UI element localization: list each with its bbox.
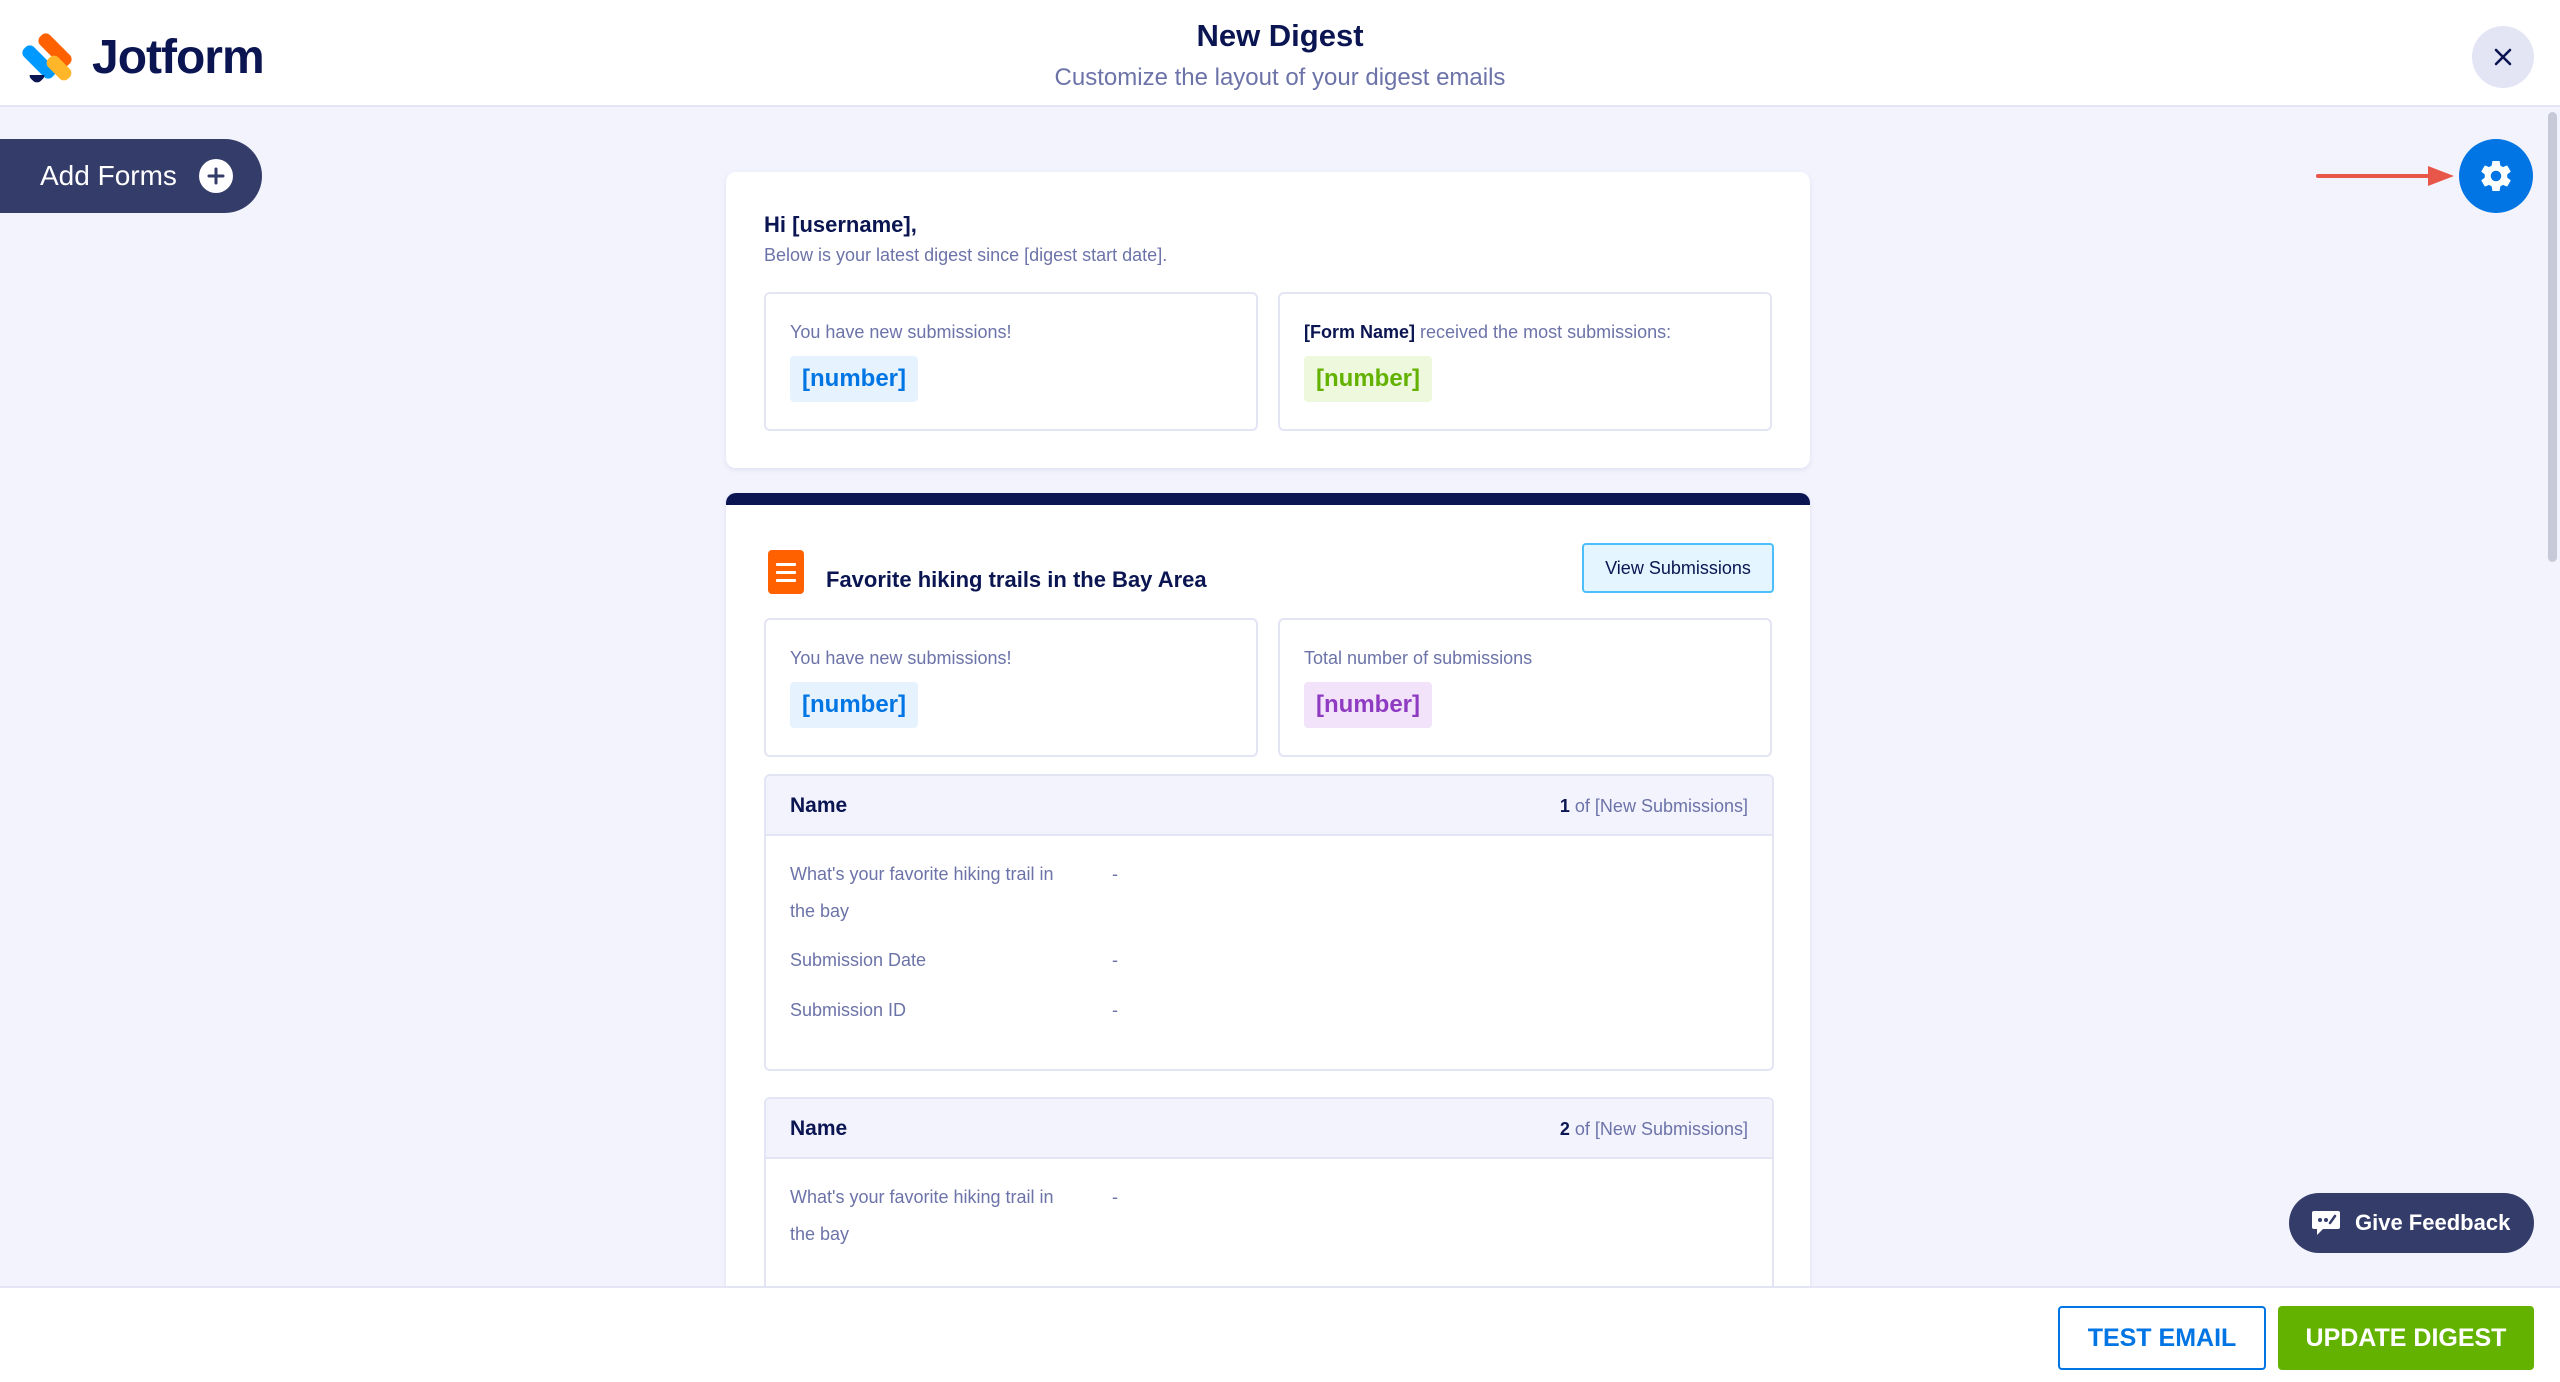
stat-value: [number] bbox=[1304, 682, 1432, 728]
stat-label: You have new submissions! bbox=[790, 648, 1012, 668]
close-button[interactable] bbox=[2472, 26, 2534, 88]
field-value: - bbox=[1112, 1000, 1118, 1020]
page-subtitle: Customize the layout of your digest emai… bbox=[1054, 64, 1506, 91]
header-bar: Jotform New Digest Customize the layout … bbox=[0, 0, 2560, 107]
stat-value: [number] bbox=[790, 682, 918, 728]
greeting-text: Hi [username], bbox=[764, 212, 917, 237]
footer-bar: TEST EMAIL UPDATE DIGEST bbox=[0, 1286, 2560, 1382]
view-submissions-button[interactable]: View Submissions bbox=[1582, 543, 1774, 593]
field-row: What's your favorite hiking trail in the… bbox=[790, 1179, 1750, 1253]
feedback-chat-icon bbox=[2312, 1211, 2340, 1235]
submission-counter: 2 of [New Submissions] bbox=[1560, 1119, 1748, 1140]
submission-of-text: of [New Submissions] bbox=[1569, 796, 1748, 816]
field-row: Submission ID - bbox=[790, 992, 1750, 1029]
submission-of-text: of [New Submissions] bbox=[1569, 1119, 1748, 1139]
settings-button[interactable] bbox=[2459, 139, 2533, 213]
digest-intro-card: Hi [username], Below is your latest dige… bbox=[726, 172, 1810, 468]
field-value: - bbox=[1112, 864, 1118, 884]
field-label: What's your favorite hiking trail in the… bbox=[790, 864, 1054, 921]
form-name-placeholder: [Form Name] bbox=[1304, 322, 1416, 342]
pointer-arrow bbox=[2316, 166, 2454, 186]
field-value: - bbox=[1112, 950, 1118, 970]
field-value: - bbox=[1112, 1187, 1118, 1207]
field-row: Submission Date - bbox=[790, 942, 1750, 979]
plus-circle-icon bbox=[198, 159, 233, 193]
give-feedback-label: Give Feedback bbox=[2355, 1210, 2511, 1235]
stat-label: [Form Name] received the most submission… bbox=[1304, 322, 1671, 343]
digest-since-text: Below is your latest digest since [diges… bbox=[764, 245, 1168, 265]
title-block: New Digest Customize the layout of your … bbox=[0, 18, 2560, 92]
form-title: Favorite hiking trails in the Bay Area bbox=[826, 567, 1207, 592]
submission-header: Name 2 of [New Submissions] bbox=[766, 1099, 1772, 1159]
page-scrollbar[interactable] bbox=[2548, 112, 2557, 562]
form-document-icon bbox=[768, 550, 804, 594]
most-submissions-stat: [Form Name] received the most submission… bbox=[1278, 292, 1772, 431]
field-label: Submission ID bbox=[790, 1000, 907, 1020]
stat-label: Total number of submissions bbox=[1304, 648, 1533, 668]
submission-counter: 1 of [New Submissions] bbox=[1560, 796, 1748, 817]
stat-value: [number] bbox=[790, 356, 918, 402]
new-submissions-stat: You have new submissions! [number] bbox=[764, 292, 1258, 431]
add-forms-label: Add Forms bbox=[40, 160, 177, 191]
stat-value: [number] bbox=[1304, 356, 1432, 402]
field-row: What's your favorite hiking trail in the… bbox=[790, 856, 1750, 930]
submission-name: Name bbox=[790, 794, 848, 817]
give-feedback-button[interactable]: Give Feedback bbox=[2289, 1193, 2534, 1253]
test-email-button[interactable]: TEST EMAIL bbox=[2058, 1306, 2266, 1370]
form-digest-card: Favorite hiking trails in the Bay Area V… bbox=[726, 493, 1810, 1382]
submission-index: 2 bbox=[1559, 1119, 1570, 1139]
add-forms-button[interactable]: Add Forms bbox=[0, 139, 262, 213]
update-digest-button[interactable]: UPDATE DIGEST bbox=[2278, 1306, 2534, 1370]
stat-label-suffix: received the most submissions: bbox=[1415, 322, 1672, 342]
form-total-submissions-stat: Total number of submissions [number] bbox=[1278, 618, 1772, 757]
submission-header: Name 1 of [New Submissions] bbox=[766, 776, 1772, 836]
submission-name: Name bbox=[790, 1117, 848, 1140]
page-title: New Digest bbox=[1196, 18, 1364, 53]
close-icon bbox=[2494, 48, 2512, 66]
form-new-submissions-stat: You have new submissions! [number] bbox=[764, 618, 1258, 757]
field-label: What's your favorite hiking trail in the… bbox=[790, 1187, 1054, 1244]
stat-label: You have new submissions! bbox=[790, 322, 1012, 342]
submission-card: Name 1 of [New Submissions] What's your … bbox=[764, 774, 1774, 1071]
submission-index: 1 bbox=[1559, 796, 1570, 816]
field-label: Submission Date bbox=[790, 950, 927, 970]
gear-icon bbox=[2481, 160, 2511, 191]
